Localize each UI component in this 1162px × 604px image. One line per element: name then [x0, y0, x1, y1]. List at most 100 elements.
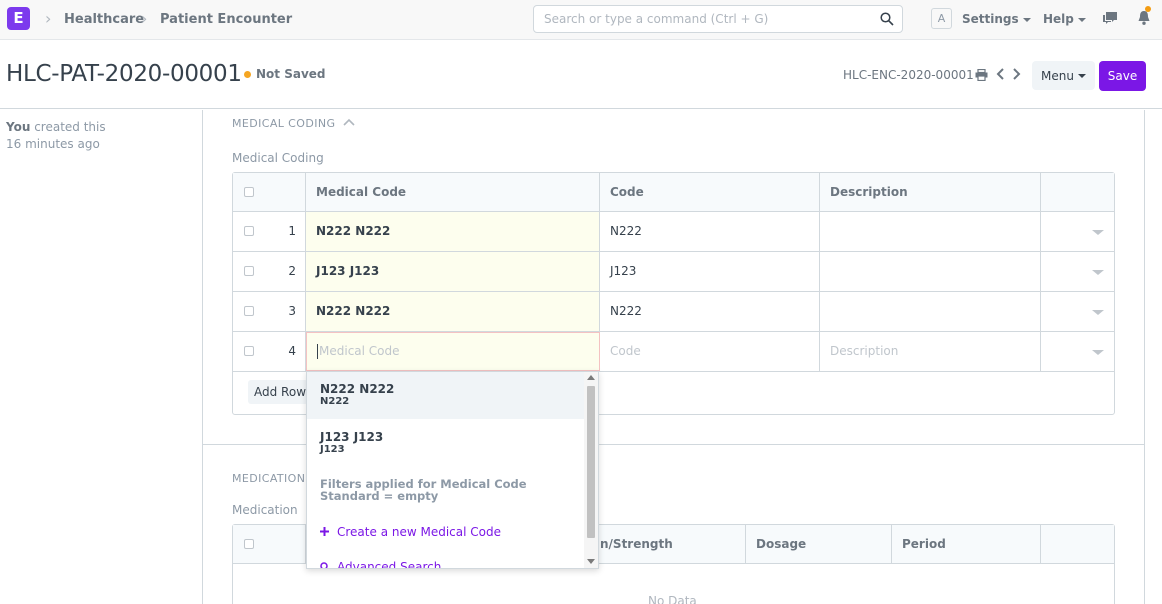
row-checkbox[interactable]: [244, 266, 254, 276]
description-placeholder: Description: [830, 344, 899, 358]
description-cell[interactable]: [820, 212, 1041, 251]
medical-code-cell[interactable]: J123 J123: [306, 252, 600, 291]
row-index: 1: [288, 224, 296, 238]
caret-down-icon: [1077, 17, 1086, 22]
search-icon[interactable]: [880, 12, 894, 26]
avatar[interactable]: A: [931, 8, 952, 29]
activity-action: created this: [30, 120, 106, 134]
field-label-medical-coding: Medical Coding: [232, 151, 324, 165]
chevron-right-icon: ›: [45, 9, 52, 28]
scroll-down-arrow-icon[interactable]: [587, 559, 595, 564]
plus-icon: [320, 527, 329, 536]
description-cell[interactable]: [820, 252, 1041, 291]
medical-code-cell[interactable]: N222 N222: [306, 212, 600, 251]
page-title: HLC-PAT-2020-00001: [6, 61, 242, 87]
column-header: Period: [892, 525, 1041, 563]
settings-dropdown[interactable]: Settings: [962, 12, 1031, 26]
scroll-up-arrow-icon[interactable]: [587, 375, 595, 380]
activity-time: 16 minutes ago: [6, 137, 100, 151]
column-header: Dosage: [746, 525, 892, 563]
help-label: Help: [1043, 12, 1074, 26]
medical-code-cell[interactable]: N222 N222: [306, 292, 600, 331]
table-row[interactable]: 3 N222 N222 N222: [233, 292, 1114, 332]
advanced-search-option[interactable]: Advanced Search: [307, 560, 585, 569]
row-actions-cell: [1041, 252, 1114, 291]
description-cell[interactable]: [820, 292, 1041, 331]
code-cell[interactable]: J123: [600, 252, 820, 291]
table-row-editing[interactable]: 4 Medical Code Code Description: [233, 332, 1114, 372]
row-actions-cell: [1041, 292, 1114, 331]
row-select-cell: 3: [233, 292, 306, 331]
notification-dot: [1145, 6, 1151, 12]
row-index: 3: [288, 304, 296, 318]
top-navbar: E › Healthcare › Patient Encounter A Set…: [0, 0, 1162, 40]
option-title: N222 N222: [320, 382, 395, 396]
status-badge: Not Saved: [256, 67, 326, 81]
help-dropdown[interactable]: Help: [1043, 12, 1086, 26]
row-checkbox[interactable]: [244, 306, 254, 316]
breadcrumb-patient-encounter[interactable]: Patient Encounter: [160, 12, 292, 27]
chevron-down-icon[interactable]: [1092, 270, 1104, 275]
medical-code-placeholder: Medical Code: [319, 344, 400, 358]
select-all-checkbox[interactable]: [244, 539, 254, 549]
chevron-right-icon: ›: [141, 9, 148, 28]
advanced-search-label: Advanced Search: [337, 560, 442, 569]
table-row[interactable]: 2 J123 J123 J123: [233, 252, 1114, 292]
code-placeholder: Code: [610, 344, 641, 358]
column-header: Description: [820, 173, 1041, 211]
dropdown-scrollbar[interactable]: [584, 372, 598, 568]
chevron-right-icon[interactable]: [1011, 67, 1021, 81]
header-actions-cell: [1041, 173, 1114, 211]
row-checkbox[interactable]: [244, 226, 254, 236]
column-header: n/Strength: [600, 525, 746, 563]
caret-down-icon: [1022, 17, 1031, 22]
row-actions-cell: [1041, 332, 1114, 371]
autocomplete-option[interactable]: J123 J123 J123: [307, 419, 585, 467]
code-cell[interactable]: N222: [600, 292, 820, 331]
autocomplete-option[interactable]: N222 N222 N222: [307, 372, 585, 419]
add-row-button[interactable]: Add Row: [248, 380, 308, 404]
option-subtitle: N222: [320, 396, 350, 407]
code-input[interactable]: Code: [600, 332, 820, 371]
settings-label: Settings: [962, 12, 1019, 26]
chevron-down-icon[interactable]: [1092, 310, 1104, 315]
chevron-left-icon[interactable]: [996, 67, 1006, 81]
create-new-option[interactable]: Create a new Medical Code: [307, 525, 585, 540]
row-select-cell: 1: [233, 212, 306, 251]
menu-button[interactable]: Menu: [1032, 61, 1095, 90]
filter-note: Filters applied for Medical Code Standar…: [307, 478, 577, 502]
menu-label: Menu: [1041, 68, 1074, 83]
bell-icon[interactable]: [1137, 10, 1151, 26]
chevron-down-icon[interactable]: [1092, 350, 1104, 355]
row-select-cell: 4: [233, 332, 306, 371]
code-cell[interactable]: N222: [600, 212, 820, 251]
empty-state-text: No Data: [648, 594, 697, 604]
chevron-down-icon[interactable]: [1092, 230, 1104, 235]
breadcrumb-healthcare[interactable]: Healthcare: [64, 12, 144, 27]
row-index: 2: [288, 264, 296, 278]
app-logo[interactable]: E: [7, 7, 30, 30]
row-checkbox[interactable]: [244, 346, 254, 356]
description-input[interactable]: Description: [820, 332, 1041, 371]
chat-icon[interactable]: [1102, 11, 1118, 26]
chevron-up-icon[interactable]: [343, 118, 355, 126]
field-label-medication: Medication: [232, 503, 298, 517]
column-header: Code: [600, 173, 820, 211]
save-button[interactable]: Save: [1099, 61, 1146, 91]
header-select-cell: [233, 525, 306, 563]
section-title-medication[interactable]: MEDICATION: [232, 472, 305, 485]
table-row[interactable]: 1 N222 N222 N222: [233, 212, 1114, 252]
scrollbar-thumb[interactable]: [587, 386, 595, 538]
select-all-checkbox[interactable]: [244, 187, 254, 197]
header-actions-cell: [1041, 525, 1114, 563]
section-title-medical-coding[interactable]: MEDICAL CODING: [232, 117, 335, 130]
print-icon[interactable]: [975, 69, 988, 81]
awesome-bar: [533, 5, 903, 33]
activity-actor: You: [6, 120, 31, 134]
medical-code-input[interactable]: Medical Code: [306, 332, 600, 371]
search-input[interactable]: [544, 6, 874, 32]
table-header: Medical Code Code Description: [233, 173, 1114, 212]
header-select-cell: [233, 173, 306, 211]
page-head: HLC-PAT-2020-00001 Not Saved HLC-ENC-202…: [0, 41, 1162, 109]
autocomplete-dropdown: N222 N222 N222 J123 J123 J123 Filters ap…: [306, 371, 599, 569]
